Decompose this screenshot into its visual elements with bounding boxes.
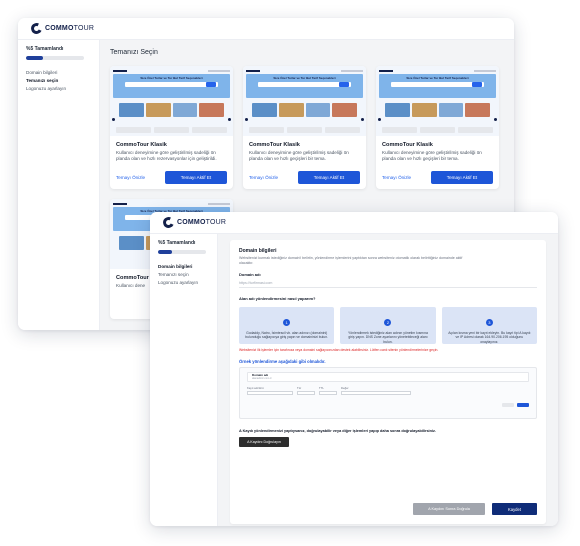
theme-name: CommoTour Klasik — [382, 142, 433, 148]
example-domain-select: Domain adı alanadiniz.com.tr — [247, 371, 529, 382]
sidebar-item-domain[interactable]: Domain bilgileri — [158, 264, 209, 269]
step-text: Godaddy, Natro, İsimtescil vb. alan adın… — [245, 330, 329, 340]
page-title: Temanızı Seçin — [110, 49, 158, 56]
preview-theme-link[interactable]: Temayı Önizle — [382, 175, 411, 180]
theme-preview-image[interactable]: Size Özel Turlar ve Tur Bul Tarif Seçene… — [110, 66, 233, 136]
brand-logo[interactable]: COMMOTOUR — [29, 21, 94, 36]
theme-preview-image[interactable]: Size Özel Turlar ve Tur Bul Tarif Seçene… — [243, 66, 366, 136]
example-box: Domain adı alanadiniz.com.tr Kayıt adı/tü… — [239, 366, 537, 419]
step-card: 2 Yönlendirmek istediğiniz alan adının y… — [340, 306, 436, 344]
progress-bar — [158, 250, 206, 254]
theme-preview-image[interactable]: Size Özel Turlar ve Tur Bul Tarif Seçene… — [376, 66, 499, 136]
intro-text: Websitenizi kurmak istediğiniz domain'i … — [239, 256, 463, 265]
step-text: Yönlendirmek istediğiniz alan adının yön… — [348, 330, 428, 344]
steps: 1 Godaddy, Natro, İsimtescil vb. alan ad… — [239, 306, 537, 344]
theme-description: Kullanıcı deneyimine göre geliştirilmiş … — [382, 150, 482, 161]
sidebar: %5 Tamamlandı Domain bilgileri Temanızı … — [150, 234, 218, 526]
progress-label: %5 Tamamlandı — [158, 240, 196, 246]
sidebar-nav: Domain bilgileri Temanızı seçin Logonuzu… — [158, 264, 209, 285]
step-number: 3 — [485, 318, 493, 326]
section-heading: Domain bilgileri — [239, 248, 277, 254]
warning-text: Websitenizi ilk işlemler için tarafınıza… — [239, 347, 439, 352]
sidebar-item-theme[interactable]: Temanızı seçin — [26, 78, 91, 83]
sidebar: %5 Tamamlandı Domain bilgileri Temanızı … — [18, 40, 100, 330]
example-record-row: Kayıt adı/türü Tür TTL Değer — [247, 386, 529, 395]
domain-label: Domain adı — [239, 271, 261, 277]
theme-list: Size Özel Turlar ve Tur Bul Tarif Seçene… — [110, 66, 504, 189]
theme-description: Kullanıcı deneyimine göre geliştirilmiş … — [116, 150, 217, 161]
theme-card: Size Özel Turlar ve Tur Bul Tarif Seçene… — [110, 66, 233, 189]
activate-theme-button[interactable]: Temayı Aktif Et — [431, 170, 493, 184]
top-bar: COMMOTOUR — [18, 18, 514, 40]
theme-description: Kullanıcı deneyimine göre geliştirilmiş … — [249, 150, 349, 161]
theme-name: CommoTour Klasik — [249, 142, 300, 148]
progress-bar — [26, 56, 84, 60]
sidebar-item-domain[interactable]: Domain bilgileri — [26, 70, 91, 75]
domain-form: Domain bilgileri Websitenizi kurmak iste… — [230, 240, 546, 524]
sidebar-item-theme[interactable]: Temanızı seçin — [158, 272, 209, 277]
main-content: Domain bilgileri Websitenizi kurmak iste… — [218, 234, 558, 526]
example-heading: Örnek yönlendirme aşağıdaki gibi olmalıd… — [239, 358, 326, 364]
step-card: 3 Açılan kısma yeni bir kayıt ekleyin. B… — [441, 306, 537, 344]
logo-icon — [161, 215, 176, 230]
top-bar: COMMOTOUR — [150, 212, 558, 234]
brand-logo[interactable]: COMMOTOUR — [161, 215, 226, 230]
progress-fill — [158, 250, 173, 254]
sidebar-nav: Domain bilgileri Temanızı seçin Logonuzu… — [26, 70, 91, 91]
save-button[interactable]: Kaydet — [492, 503, 537, 515]
activate-theme-button[interactable]: Temayı Aktif Et — [165, 170, 227, 184]
theme-card: Size Özel Turlar ve Tur Bul Tarif Seçene… — [243, 66, 366, 189]
progress-label: %5 Tamamlandı — [26, 46, 64, 52]
form-actions: A Kaydını Sonra Doğrula Kaydet — [413, 503, 537, 515]
theme-card: Size Özel Turlar ve Tur Bul Tarif Seçene… — [376, 66, 499, 189]
progress-fill — [26, 56, 44, 60]
verify-later-button[interactable]: A Kaydını Sonra Doğrula — [413, 503, 485, 515]
preview-theme-link[interactable]: Temayı Önizle — [249, 175, 278, 180]
step-card: 1 Godaddy, Natro, İsimtescil vb. alan ad… — [239, 306, 335, 344]
preview-theme-link[interactable]: Temayı Önizle — [116, 175, 145, 180]
theme-name: CommoTour Klasik — [116, 142, 167, 148]
sidebar-item-logo[interactable]: Logonuzu ayarlayın — [26, 86, 91, 91]
logo-icon — [29, 21, 44, 36]
step-text: Açılan kısma yeni bir kayıt ekleyin. Bu … — [448, 330, 531, 344]
domain-window: COMMOTOUR %5 Tamamlandı Domain bilgileri… — [150, 212, 558, 526]
sidebar-item-logo[interactable]: Logonuzu ayarlayın — [158, 280, 209, 285]
verify-a-record-button[interactable]: A Kaydını Doğrulayın — [239, 436, 289, 447]
activate-theme-button[interactable]: Temayı Aktif Et — [298, 170, 360, 184]
howto-heading: Alan adı yönlendirmesini nasıl yaparım? — [239, 295, 316, 301]
domain-input[interactable]: https://turfirmasi.com — [239, 279, 537, 288]
step-number: 1 — [283, 318, 291, 326]
verify-note: A Kaydı yönlendirmenizi yaptıysanız, doğ… — [239, 428, 436, 433]
step-number: 2 — [384, 318, 392, 326]
